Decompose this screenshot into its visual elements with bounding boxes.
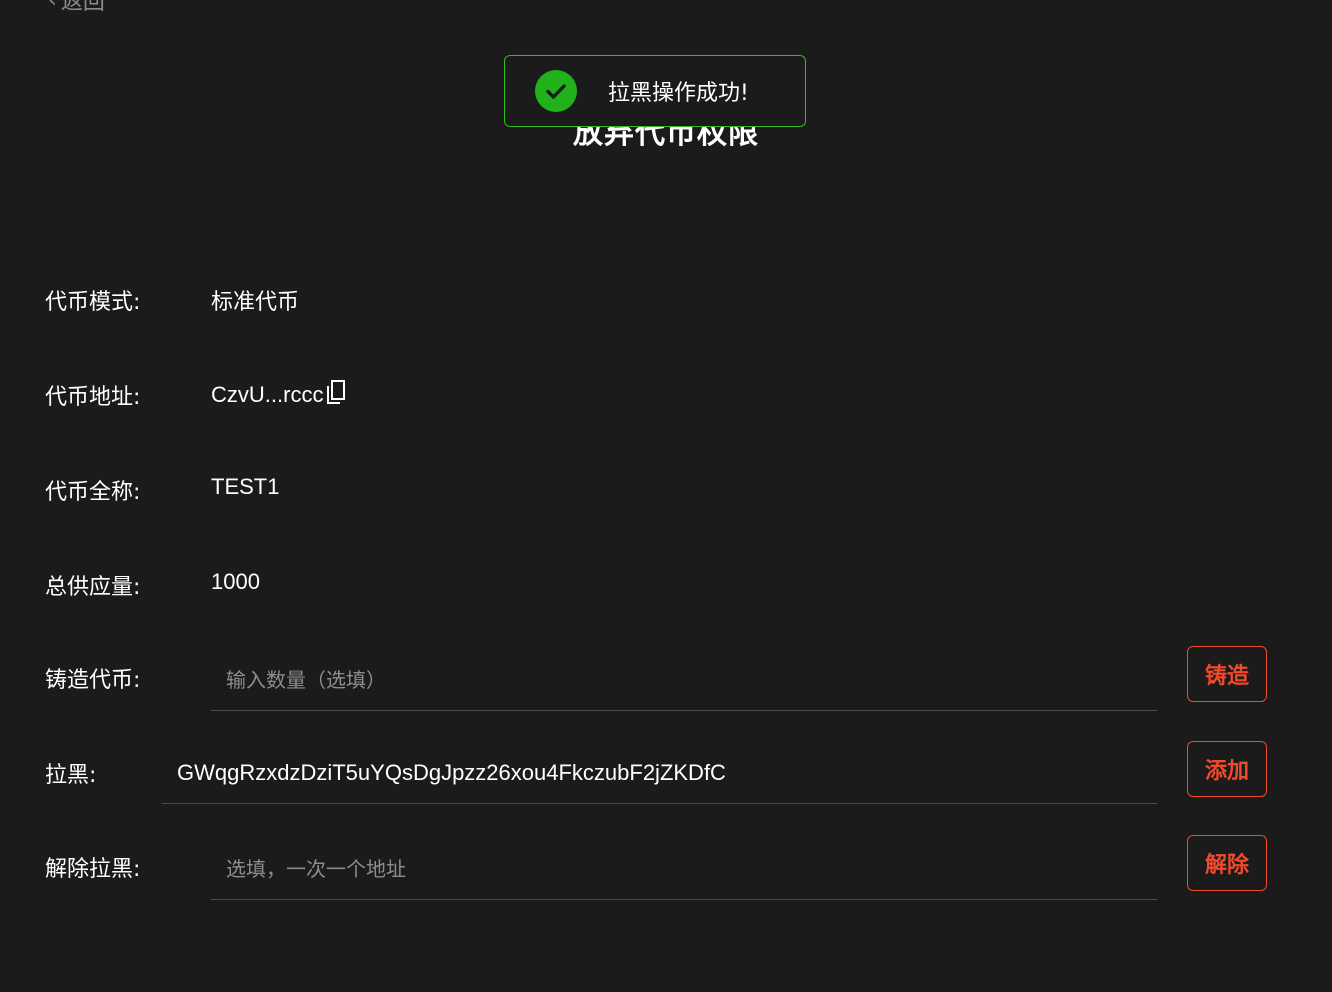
unblacklist-label: 解除拉黑: xyxy=(45,857,141,882)
back-label: 返回 xyxy=(60,0,105,15)
unblacklist-address-input[interactable] xyxy=(211,838,1157,899)
back-link[interactable]: ‹ 返回 xyxy=(48,0,105,16)
blacklist-address-input[interactable] xyxy=(162,742,1157,803)
chevron-left-icon: ‹ xyxy=(48,0,57,13)
page: ‹ 返回 放弃代币权限 拉黑操作成功! 代币模式: 标准代币 代币地址: Czv… xyxy=(0,0,1332,992)
blacklist-label: 拉黑: xyxy=(45,763,97,788)
copy-icon[interactable] xyxy=(325,379,347,411)
toast-message: 拉黑操作成功! xyxy=(608,81,749,106)
token-address-value-wrap: CzvU...rccc xyxy=(211,379,347,411)
token-mode-value: 标准代币 xyxy=(211,290,300,315)
token-name-value: TEST1 xyxy=(211,474,280,499)
mint-button[interactable]: 铸造 xyxy=(1187,646,1267,702)
token-address-value: CzvU...rccc xyxy=(211,382,324,407)
total-supply-label: 总供应量: xyxy=(45,575,141,600)
mint-label: 铸造代币: xyxy=(45,668,141,693)
blacklist-address-field[interactable] xyxy=(162,742,1157,804)
token-name-label: 代币全称: xyxy=(45,480,141,505)
remove-blacklist-button[interactable]: 解除 xyxy=(1187,835,1267,891)
total-supply-value: 1000 xyxy=(211,569,260,594)
mint-amount-input[interactable] xyxy=(211,649,1157,710)
add-blacklist-button[interactable]: 添加 xyxy=(1187,741,1267,797)
success-toast: 拉黑操作成功! xyxy=(504,55,806,127)
token-mode-label: 代币模式: xyxy=(45,290,141,315)
mint-amount-field[interactable] xyxy=(211,649,1157,711)
check-circle-icon xyxy=(535,70,577,112)
unblacklist-address-field[interactable] xyxy=(211,838,1157,900)
token-address-label: 代币地址: xyxy=(45,385,141,410)
